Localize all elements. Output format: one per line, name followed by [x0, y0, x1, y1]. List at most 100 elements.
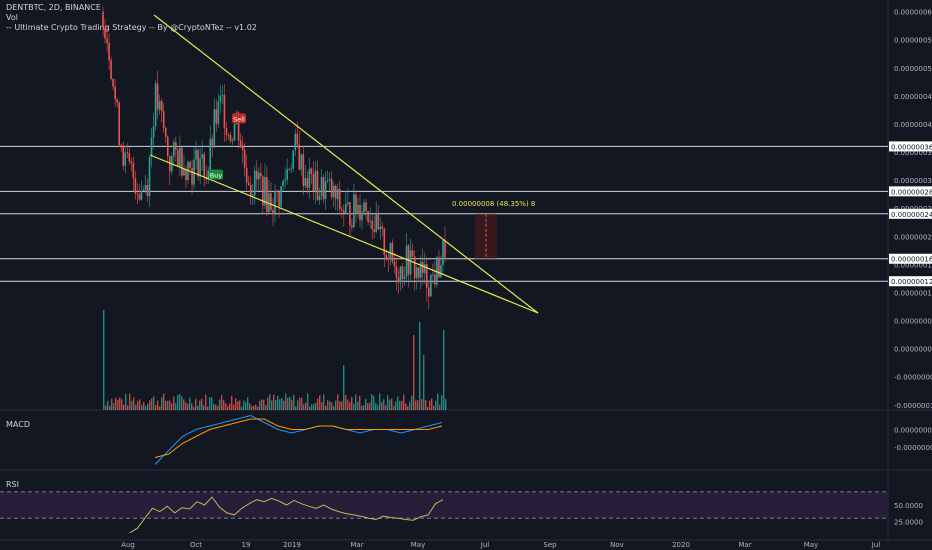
candle [338, 180, 341, 213]
volume-bar [211, 397, 213, 410]
candle-body [355, 194, 357, 215]
candle [193, 146, 195, 189]
candle [164, 126, 167, 144]
candle-body [175, 142, 177, 150]
volume-bar [397, 396, 399, 410]
candle [391, 239, 394, 264]
candle-body [108, 42, 110, 61]
volume-bar [183, 399, 185, 410]
candle [334, 184, 337, 211]
candle [442, 239, 444, 275]
volume-bar [283, 400, 285, 410]
volume-bar [255, 404, 257, 410]
candle [387, 251, 390, 273]
volume-bar [307, 393, 309, 410]
volume-bar [357, 401, 359, 410]
candle-body [231, 139, 234, 142]
volume-bar [181, 396, 183, 410]
y-tick-label: 0.00000020 [894, 233, 932, 241]
candle [375, 201, 377, 234]
candle [108, 33, 110, 71]
x-tick-label: Mar [738, 541, 751, 549]
candle-body [338, 189, 341, 210]
candle [314, 161, 317, 205]
volume-bar [273, 394, 275, 410]
candle [134, 171, 137, 200]
volume-bar [161, 397, 163, 410]
candle-body [128, 153, 131, 162]
candle [124, 145, 127, 173]
candle [310, 167, 313, 185]
candle-body [399, 266, 402, 283]
candle-body [345, 204, 347, 214]
candle [292, 150, 295, 172]
candle-body [403, 276, 406, 279]
candle-body [148, 156, 151, 197]
candle-body [120, 145, 123, 148]
volume-bar [351, 396, 353, 410]
volume-bar [277, 395, 279, 410]
candle-body [158, 100, 161, 110]
candle [162, 102, 165, 133]
volume-bar [177, 394, 179, 410]
rsi-y-tick-label: 25.0000 [894, 519, 923, 527]
volume-bar [257, 406, 259, 410]
volume-bar [389, 399, 391, 410]
candle [211, 134, 214, 158]
y-tick-label: 0.00000000 [894, 346, 932, 354]
candle [168, 155, 171, 186]
candle-body [401, 266, 404, 279]
candle [120, 143, 123, 152]
volume-bar [343, 365, 345, 410]
candle-body [195, 150, 197, 160]
price-chart[interactable]: 0.00000060 0.00000055 0.00000050 0.00000045… [0, 0, 932, 550]
candle [320, 168, 323, 200]
candle [417, 267, 420, 282]
candle-body [270, 193, 272, 210]
volume-bar [437, 393, 439, 410]
volume-bar [243, 400, 245, 410]
volume-bar [317, 398, 319, 410]
candle [179, 135, 181, 176]
candle-body [166, 136, 169, 156]
volume-bar [429, 400, 431, 410]
volume-bar [115, 397, 117, 410]
candle [355, 190, 357, 223]
candle-body [185, 168, 187, 181]
candle-body [369, 220, 371, 222]
candle-body [227, 134, 230, 136]
candle [229, 131, 232, 144]
candle-body [351, 225, 353, 228]
volume-bar [359, 395, 361, 410]
candle [209, 125, 212, 171]
candle [343, 204, 345, 227]
y-tick-label: 0.00000045 [894, 93, 932, 101]
volume-bar [185, 402, 187, 410]
volume-bar [411, 395, 413, 410]
candle-body [434, 274, 436, 285]
candle [284, 167, 286, 189]
x-tick-label: Oct [190, 541, 202, 549]
volume-bar [199, 400, 201, 410]
candle-body [336, 189, 339, 200]
candle-body [255, 170, 258, 180]
candle [132, 156, 135, 191]
candle [110, 56, 112, 81]
candle [189, 160, 191, 176]
candle-body [430, 274, 432, 297]
candle [203, 151, 205, 187]
x-tick-label: Jul [871, 541, 881, 549]
volume-bar [245, 402, 247, 410]
volume-bar [347, 399, 349, 410]
candle-body [199, 158, 201, 177]
candle-body [247, 182, 250, 186]
candle [130, 157, 133, 172]
volume-bar [139, 399, 141, 410]
candle [148, 156, 151, 208]
candle-body [102, 11, 104, 28]
volume-bar [141, 404, 143, 410]
volume-bar [133, 397, 135, 410]
candle [231, 137, 234, 145]
candle-body [353, 194, 355, 228]
y-tick-label: -0.00000005 [894, 374, 932, 382]
